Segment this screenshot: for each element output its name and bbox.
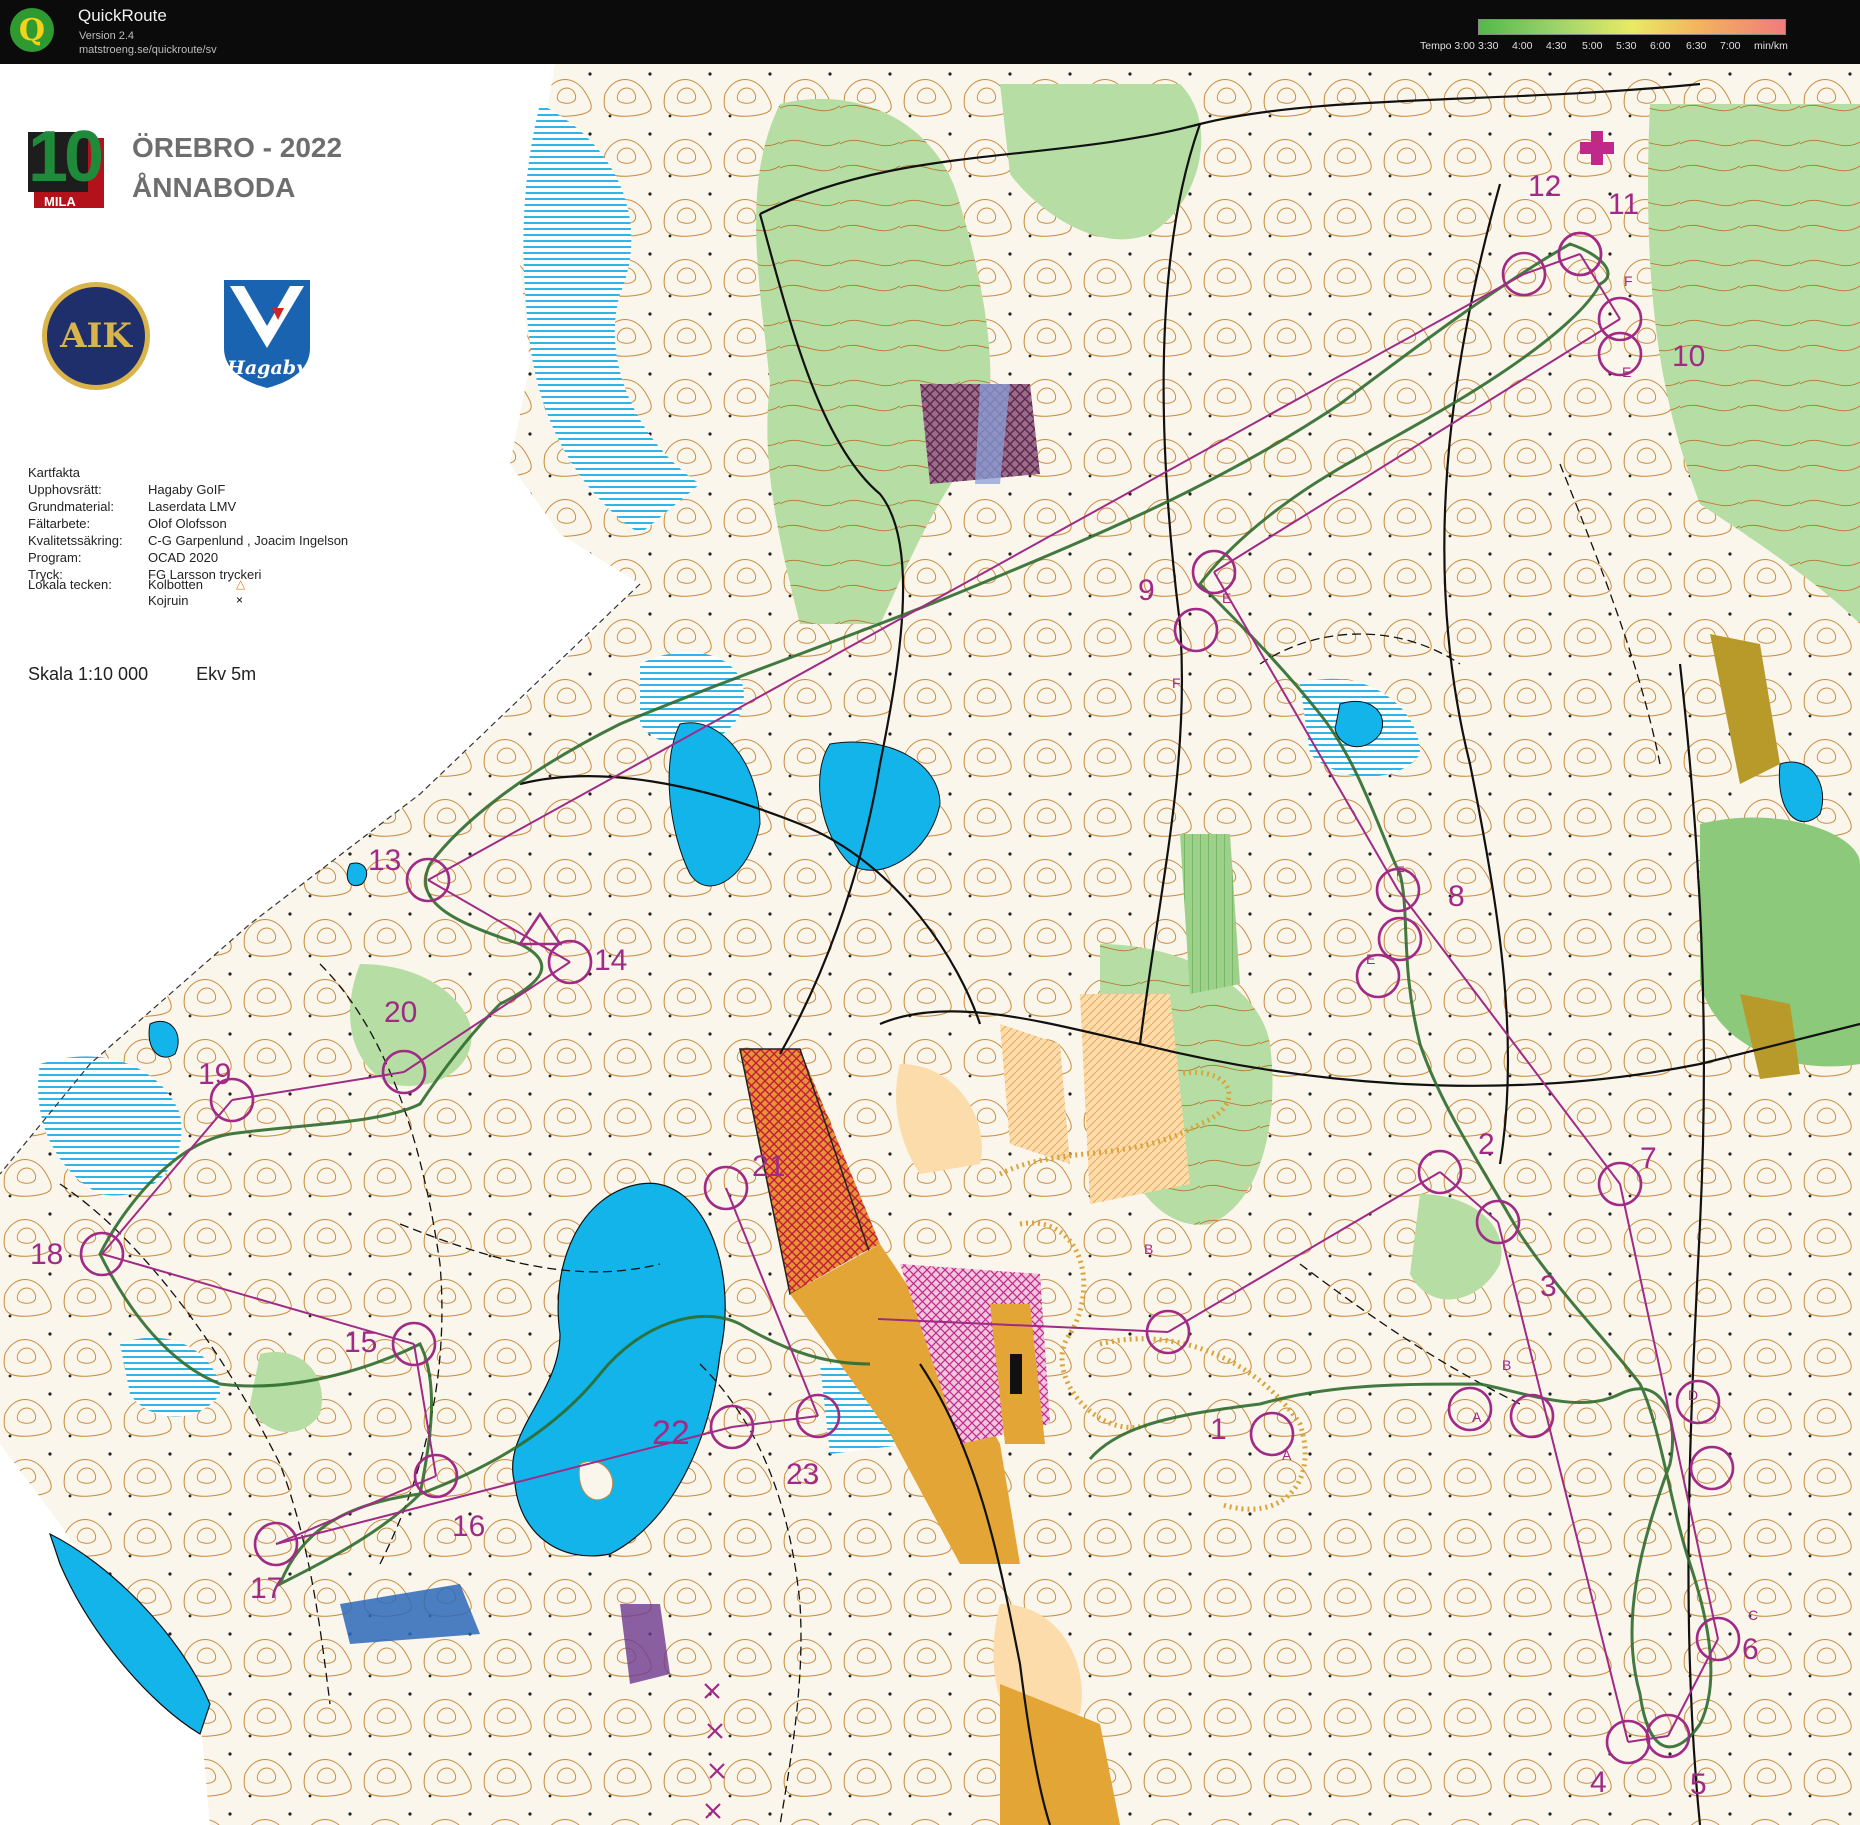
control-number: 8 — [1448, 880, 1465, 913]
control-code-letter: B — [1144, 1241, 1153, 1257]
control-code-letter: E — [1222, 590, 1231, 606]
control-number: 16 — [452, 1510, 485, 1543]
control-number: 3 — [1540, 1270, 1557, 1303]
tempo-labels: Tempo 3:00 3:30 4:00 4:30 5:00 5:30 6:00 6:30 7:… — [1420, 40, 1860, 54]
control-number: 7 — [1640, 1142, 1657, 1175]
local-symbols-label: Lokala tecken: — [28, 577, 112, 592]
event-subtitle: ÅNNABODA — [132, 172, 296, 203]
map-fact-value: Laserdata LMV — [148, 499, 237, 514]
map-fact-label: Fältarbete: — [28, 516, 91, 531]
tempo-legend: Tempo 3:00 3:30 4:00 4:30 5:00 5:30 6:00 6:30 7:… — [1420, 16, 1860, 56]
tempo-label: 4:00 — [1512, 40, 1533, 52]
control-number: 22 — [652, 1414, 690, 1452]
hut-ruin-icon: × — [236, 593, 244, 607]
app-name: QuickRoute — [78, 6, 167, 25]
control-number: 10 — [1672, 340, 1705, 373]
control-number: 20 — [384, 996, 417, 1029]
hagaby-logo: Hagaby — [220, 278, 314, 390]
tempo-label: 5:00 — [1582, 40, 1603, 52]
control-number: 17 — [250, 1572, 283, 1605]
control-number: 15 — [344, 1326, 377, 1359]
control-number: 13 — [368, 844, 401, 877]
control-number: 9 — [1138, 574, 1155, 607]
tempo-label: 6:00 — [1650, 40, 1671, 52]
map-facts-heading: Kartfakta — [28, 465, 81, 480]
equidistance-label: Ekv 5m — [196, 664, 257, 684]
local-symbol-name: Kojruin — [148, 593, 189, 608]
map-fact-value: OCAD 2020 — [148, 550, 219, 565]
map-fact-label: Kvalitetssäkring: — [28, 533, 123, 548]
map-fact-value: C-G Garpenlund , Joacim Ingelson — [148, 533, 349, 548]
scale-label: Skala 1:10 000 — [28, 664, 149, 684]
control-number: 21 — [752, 1150, 785, 1183]
control-number: 6 — [1742, 1633, 1759, 1666]
control-code-letter: A — [1472, 1409, 1482, 1425]
control-code-letter: F — [1172, 675, 1181, 691]
orienteering-map[interactable]: 1 2 3 4 5 6 7 8 9 10 11 12 13 14 15 16 17 18 19 20 21 22 23 A A B… — [0, 64, 1860, 1825]
quickroute-logo-icon: Q — [10, 8, 54, 52]
tempo-label: 7:00 — [1720, 40, 1741, 52]
app-url: matstroeng.se/quickroute/sv — [79, 44, 217, 56]
control-number: 5 — [1690, 1768, 1707, 1801]
control-code-letter: D — [1688, 1387, 1698, 1403]
tempo-label: min/km — [1754, 40, 1788, 52]
control-code-letter: F — [1624, 273, 1633, 289]
tempo-label: Tempo 3:00 — [1420, 40, 1475, 52]
10mila-logo: 10 MILA — [28, 117, 116, 210]
control-number: 19 — [198, 1058, 231, 1091]
control-number: 18 — [30, 1238, 63, 1271]
control-code-letter: A — [1282, 1447, 1292, 1463]
control-code-letter: E — [1366, 951, 1375, 967]
map-fact-label: Grundmaterial: — [28, 499, 114, 514]
control-number: 1 — [1210, 1413, 1227, 1446]
aik-logo: AIK — [42, 282, 150, 390]
app-version: Version 2.4 — [79, 30, 135, 42]
map-fact-value: Hagaby GoIF — [148, 482, 226, 497]
map-fact-label: Upphovsrätt: — [28, 482, 102, 497]
tempo-label: 3:30 — [1478, 40, 1499, 52]
map-fact-label: Program: — [28, 550, 82, 565]
tempo-label: 5:30 — [1616, 40, 1637, 52]
tempo-label: 6:30 — [1686, 40, 1707, 52]
control-number: 23 — [786, 1458, 819, 1491]
tempo-label: 4:30 — [1546, 40, 1567, 52]
title-bar: Q QuickRoute Version 2.4 matstroeng.se/q… — [0, 0, 1860, 64]
control-code-letter: C — [1748, 1607, 1758, 1623]
tempo-color-scale — [1478, 19, 1786, 35]
control-code-letter: B — [1502, 1357, 1511, 1373]
control-number: 14 — [594, 944, 627, 977]
scale-info: Skala 1:10 000 Ekv 5m — [28, 664, 256, 685]
control-code-letter: F — [1396, 863, 1405, 879]
control-code-letter: E — [1622, 364, 1631, 380]
charcoal-pit-icon: △ — [236, 577, 246, 591]
map-fact-value: Olof Olofsson — [148, 516, 227, 531]
control-number: 12 — [1528, 170, 1561, 203]
control-number: 4 — [1590, 1766, 1607, 1799]
event-title: ÖREBRO - 2022 — [132, 132, 343, 163]
local-symbol-name: Kolbotten — [148, 577, 203, 592]
hagaby-logo-text: Hagaby — [226, 357, 309, 379]
control-number: 2 — [1478, 1128, 1495, 1161]
control-number: 11 — [1608, 188, 1639, 221]
